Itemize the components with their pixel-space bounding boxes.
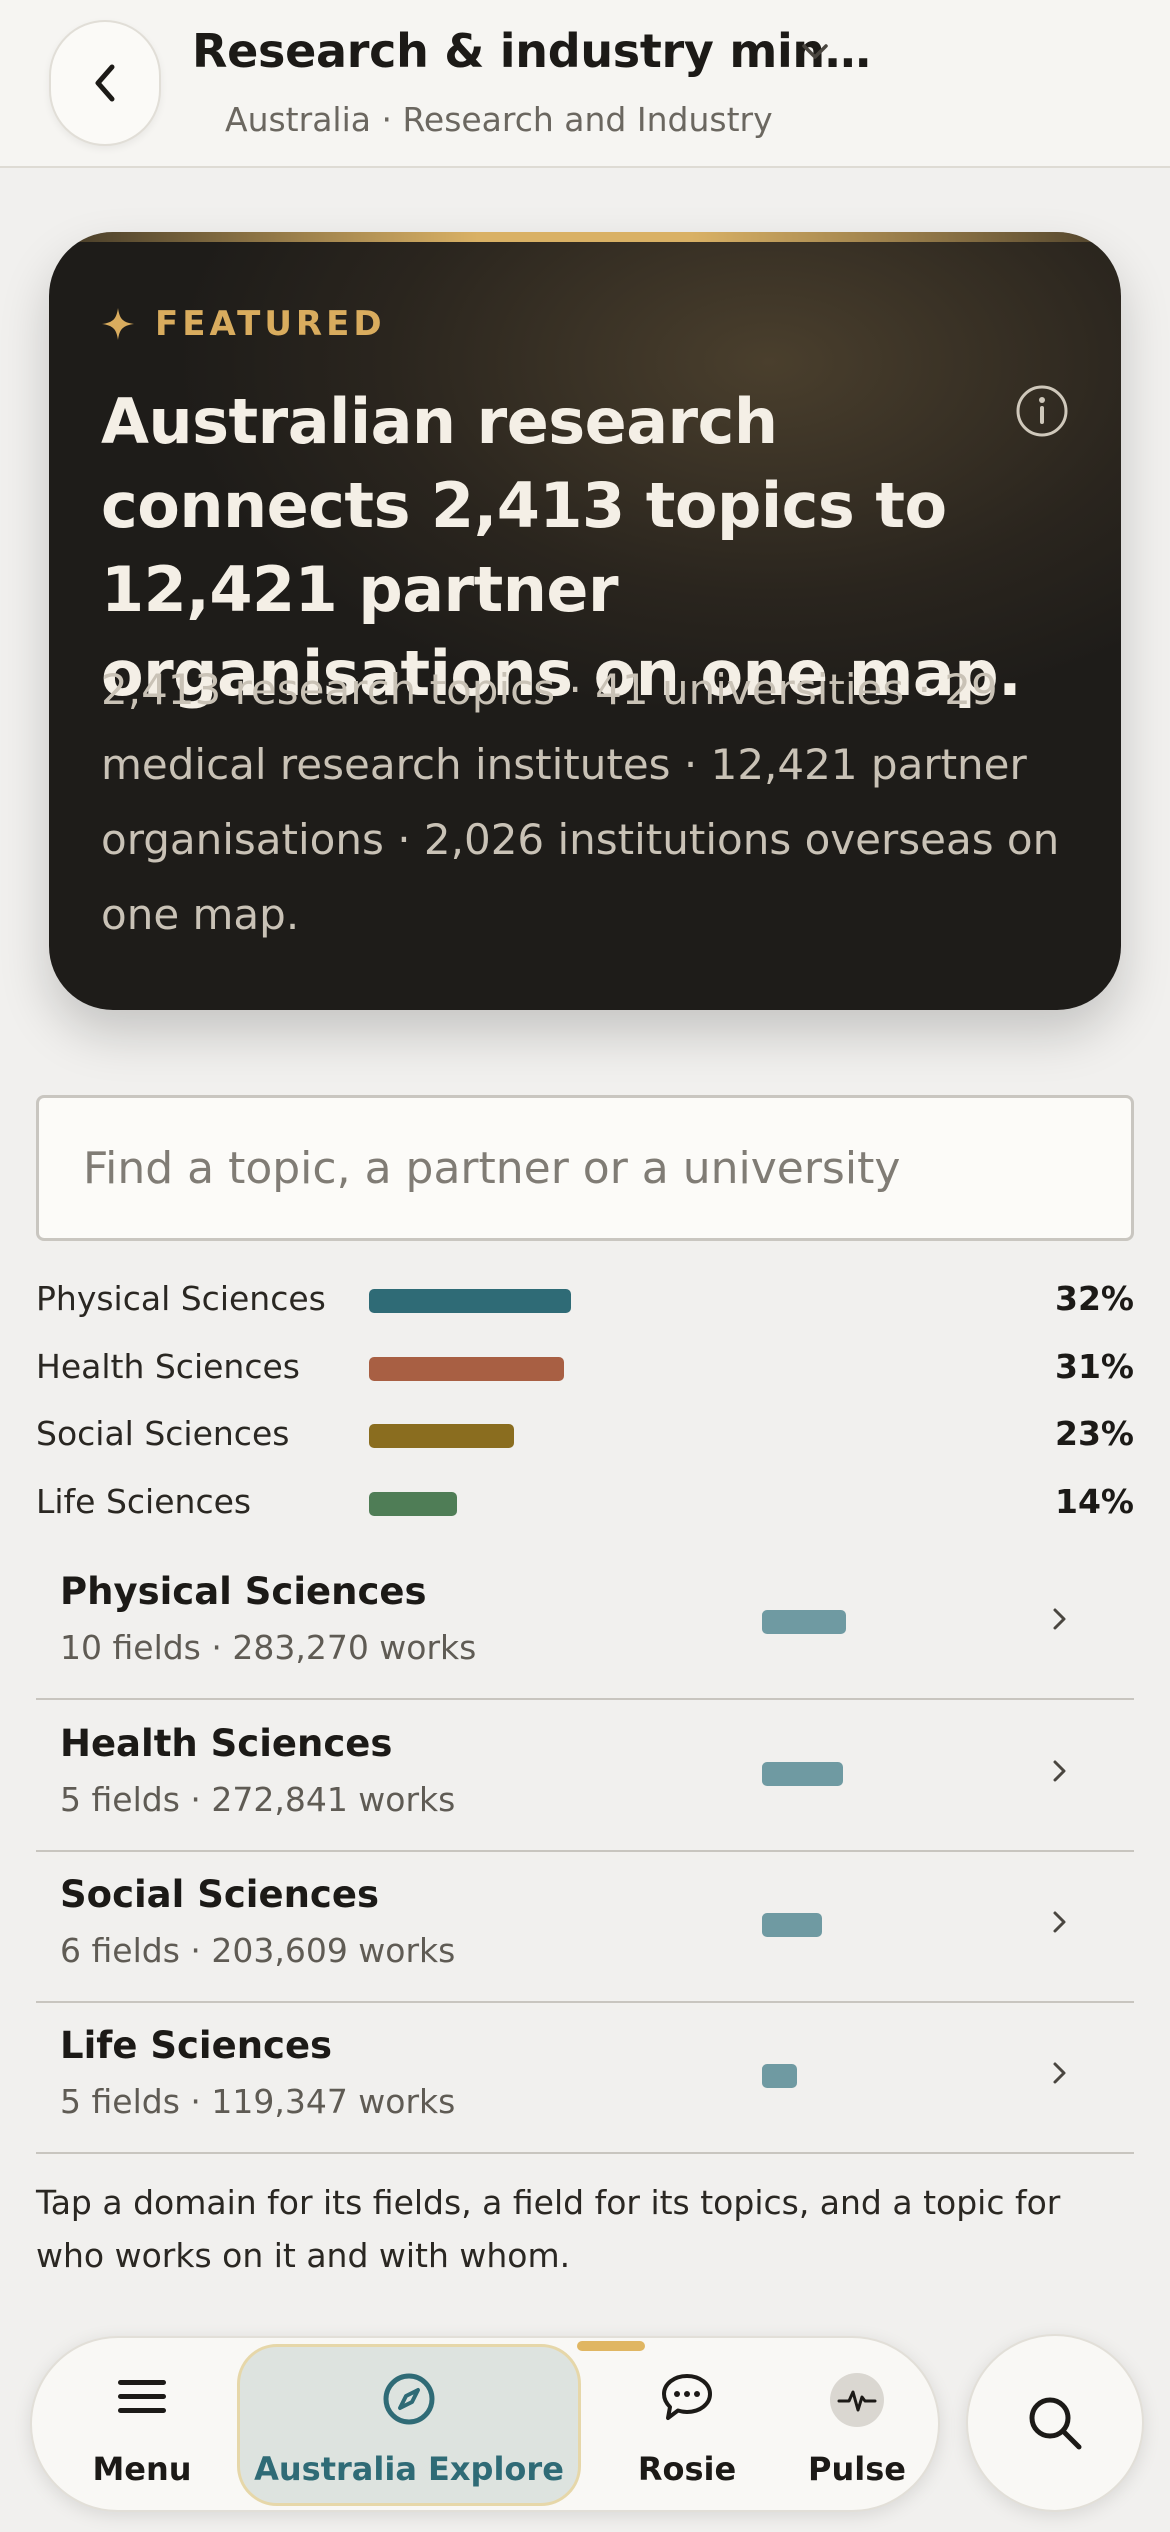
chat-bubble-icon xyxy=(662,2374,712,2420)
chevron-right-icon xyxy=(1053,1760,1066,1782)
search-icon xyxy=(1029,2397,1082,2450)
top-header: Research & industry min… Australia · Res… xyxy=(0,0,1170,168)
share-bar-label: Life Sciences xyxy=(36,1482,252,1521)
domain-name: Health Sciences xyxy=(60,1722,393,1765)
nav-pulse-label: Pulse xyxy=(808,2450,906,2488)
domain-name: Physical Sciences xyxy=(60,1570,427,1613)
chevron-right-icon xyxy=(1053,1608,1066,1630)
nav-rosie-label: Rosie xyxy=(637,2450,737,2488)
nav-pulse[interactable]: Pulse xyxy=(782,2338,932,2514)
card-accent-line xyxy=(49,232,1121,242)
page-subtitle: Australia · Research and Industry xyxy=(225,100,773,139)
share-bar-fill xyxy=(369,1492,457,1516)
featured-label: FEATURED xyxy=(155,304,386,344)
chevron-right-icon xyxy=(1053,2062,1066,2084)
share-bar-row: Life Sciences 14% xyxy=(36,1478,1134,1528)
chevron-right-icon xyxy=(1053,1911,1066,1933)
share-bar-label: Social Sciences xyxy=(36,1414,290,1453)
chevron-left-icon xyxy=(95,64,115,102)
domain-meta: 5 fields · 119,347 works xyxy=(60,2082,456,2121)
share-bar-row: Physical Sciences 32% xyxy=(36,1275,1134,1325)
bottom-nav: Menu Australia Explore Rosie Pulse xyxy=(30,2336,940,2512)
domain-works-bar xyxy=(762,2064,797,2088)
share-bar-fill xyxy=(369,1289,571,1313)
domain-row[interactable]: Physical Sciences 10 fields · 283,270 wor… xyxy=(36,1548,1134,1700)
domain-works-bar xyxy=(762,1610,846,1634)
nav-explore[interactable]: Australia Explore xyxy=(237,2338,581,2514)
domain-meta: 5 fields · 272,841 works xyxy=(60,1780,456,1819)
search-button[interactable] xyxy=(966,2334,1144,2512)
share-bar-label: Physical Sciences xyxy=(36,1279,326,1318)
share-bar-label: Health Sciences xyxy=(36,1347,300,1386)
sparkle-icon xyxy=(102,308,134,340)
app-screen: Research & industry min… Australia · Res… xyxy=(0,0,1170,2532)
share-bar-percent: 31% xyxy=(1055,1347,1134,1386)
domain-row[interactable]: Social Sciences 6 fields · 203,609 works xyxy=(36,1851,1134,2003)
domain-name: Life Sciences xyxy=(60,2024,333,2067)
domain-row[interactable]: Life Sciences 5 fields · 119,347 works xyxy=(36,2002,1134,2154)
compass-icon xyxy=(383,2373,435,2425)
domain-name: Social Sciences xyxy=(60,1873,379,1916)
featured-card[interactable]: FEATURED Australian research connects 2,… xyxy=(49,232,1121,1010)
share-bar-fill xyxy=(369,1424,514,1448)
share-bar-fill xyxy=(369,1357,564,1381)
share-bar-row: Social Sciences 23% xyxy=(36,1410,1134,1460)
page-title[interactable]: Research & industry min… xyxy=(192,24,871,78)
domain-works-bar xyxy=(762,1913,822,1937)
nav-menu[interactable]: Menu xyxy=(72,2338,212,2514)
share-bar-percent: 14% xyxy=(1055,1482,1134,1521)
domain-meta: 10 fields · 283,270 works xyxy=(60,1628,477,1667)
nav-explore-label: Australia Explore xyxy=(254,2450,564,2488)
pulse-icon xyxy=(830,2373,884,2427)
domain-row[interactable]: Health Sciences 5 fields · 272,841 works xyxy=(36,1700,1134,1852)
domain-meta: 6 fields · 203,609 works xyxy=(60,1931,456,1970)
featured-tag: FEATURED xyxy=(101,304,386,344)
footnote: Tap a domain for its fields, a field for… xyxy=(36,2183,1061,2275)
chevron-down-icon[interactable] xyxy=(800,40,830,64)
back-button[interactable] xyxy=(49,20,161,146)
hamburger-menu-icon xyxy=(118,2380,166,2413)
share-bar-percent: 23% xyxy=(1055,1414,1134,1453)
nav-menu-label: Menu xyxy=(92,2450,192,2488)
nav-rosie[interactable]: Rosie xyxy=(612,2338,762,2514)
info-icon[interactable] xyxy=(1015,384,1069,438)
domain-works-bar xyxy=(762,1762,843,1786)
share-bar-row: Health Sciences 31% xyxy=(36,1343,1134,1393)
featured-body: 2,413 research topics · 41 universities … xyxy=(101,665,1060,939)
share-bar-percent: 32% xyxy=(1055,1279,1134,1318)
search-input[interactable] xyxy=(36,1095,1134,1241)
